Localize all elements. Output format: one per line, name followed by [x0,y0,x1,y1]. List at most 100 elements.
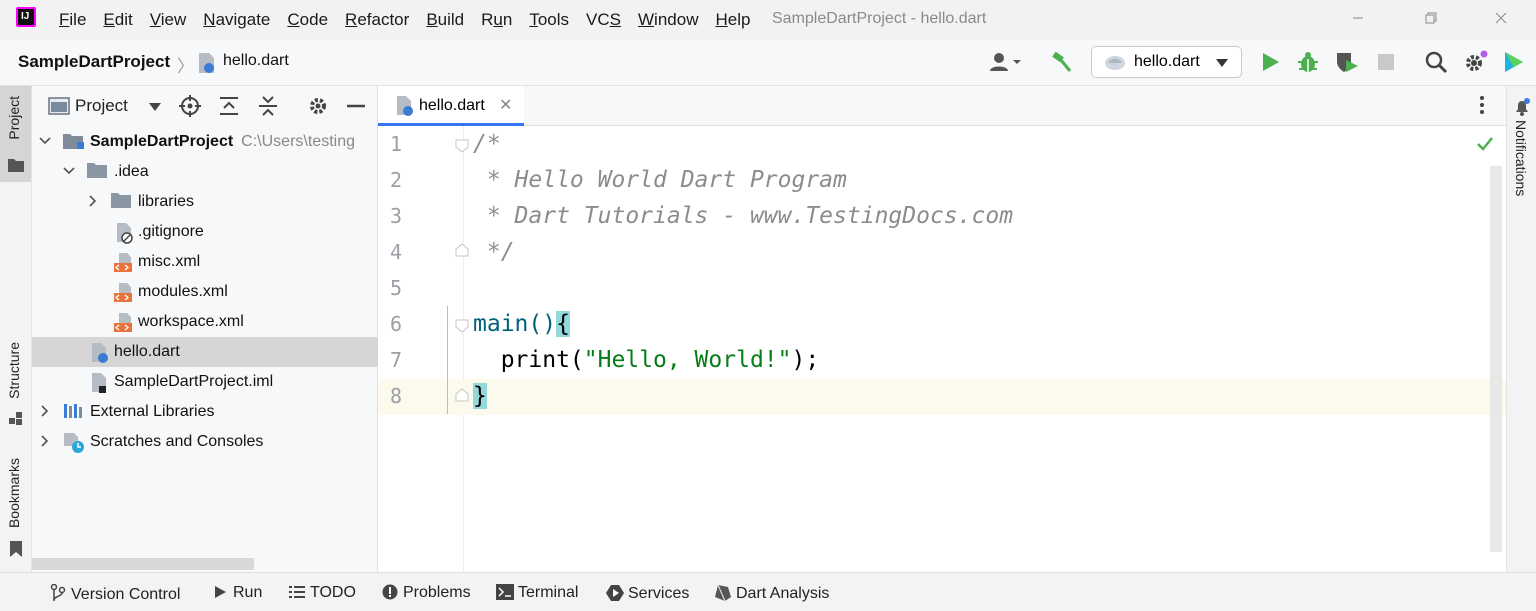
project-tool-window: Project SampleDartProject C:\Users\testin… [32,86,378,572]
fold-marker-icon[interactable] [455,319,469,333]
no-problems-check-icon[interactable] [1476,136,1494,152]
run-with-coverage-icon[interactable] [1334,50,1358,74]
tool-tab-structure-label[interactable]: Structure [6,342,22,399]
search-icon[interactable] [1424,50,1448,74]
tool-tab-dart-analysis[interactable]: Dart Analysis [714,584,829,603]
tree-item-workspace-xml[interactable]: workspace.xml [32,307,378,337]
line-number: 1 [389,132,403,156]
tree-item-scratches[interactable]: Scratches and Consoles [32,427,378,457]
breadcrumb-file[interactable]: hello.dart [223,52,289,70]
line-number: 7 [389,348,403,372]
xml-file-icon [113,252,133,272]
collapse-all-icon[interactable] [257,95,279,117]
tree-item-modules-xml[interactable]: modules.xml [32,277,378,307]
run-configuration-dropdown[interactable]: hello.dart [1091,46,1242,78]
menu-navigate[interactable]: Navigate [203,9,270,31]
project-view-icon [48,97,70,115]
tree-item-external-libraries[interactable]: External Libraries [32,397,378,427]
todo-icon [288,584,306,602]
menu-help[interactable]: Help [715,9,750,31]
locate-file-icon[interactable] [179,95,201,117]
vertical-scrollbar[interactable] [1490,166,1502,552]
breadcrumb-project[interactable]: SampleDartProject [18,52,170,72]
tree-item-label: SampleDartProject C:\Users\testing [90,133,355,150]
menu-build[interactable]: Build [426,9,464,31]
tool-tab-version-control[interactable]: Version Control [49,584,180,604]
menu-edit[interactable]: Edit [103,9,132,31]
debug-icon[interactable] [1296,50,1320,74]
project-panel-title[interactable]: Project [75,96,128,116]
build-hammer-icon[interactable] [1050,50,1074,74]
right-tool-stripe: Notifications [1506,86,1536,572]
chevron-down-icon[interactable] [38,134,52,148]
dart-file-icon [90,342,110,363]
tool-tab-services[interactable]: Services [606,584,689,603]
code-editor[interactable]: 1 2 3 4 5 6 7 8 /* * Hello World Dart Pr… [378,126,1506,572]
chevron-right-icon[interactable] [38,434,52,448]
tree-item-label: hello.dart [114,343,180,360]
line-number: 4 [389,240,403,264]
minimize-icon[interactable] [1346,8,1370,28]
tree-item-idea-folder[interactable]: .idea [32,157,378,187]
tool-tab-run[interactable]: Run [211,584,262,602]
chevron-right-icon[interactable] [86,194,100,208]
tool-tab-project-label[interactable]: Project [6,96,22,140]
code-line-8: } [473,383,487,409]
tool-tab-bookmarks-label[interactable]: Bookmarks [6,458,22,528]
tree-item-hello-dart[interactable]: hello.dart [32,337,378,367]
folder-icon [87,162,107,182]
code-line-2: * Hello World Dart Program [473,167,847,193]
line-number: 5 [389,276,403,300]
code-line-7: print("Hello, World!"); [473,347,820,373]
menu-window[interactable]: Window [638,9,698,31]
notifications-bell-icon[interactable] [1513,98,1531,116]
tree-item-libraries-folder[interactable]: libraries [32,187,378,217]
dart-file-icon [395,95,415,117]
tree-item-label: .gitignore [138,223,204,240]
tree-item-misc-xml[interactable]: misc.xml [32,247,378,277]
code-line-3: * Dart Tutorials - www.TestingDocs.com [473,203,1014,229]
tool-tab-todo[interactable]: TODO [288,584,356,602]
fold-marker-icon[interactable] [455,139,469,153]
tree-item-label: libraries [138,193,195,210]
tool-tab-problems[interactable]: Problems [381,584,471,602]
menu-run[interactable]: Run [481,9,512,31]
tree-item-iml-file[interactable]: SampleDartProject.iml [32,367,378,397]
panel-options-gear-icon[interactable] [307,95,329,117]
tool-tab-terminal[interactable]: Terminal [496,584,578,602]
xml-file-icon [113,282,133,302]
close-window-icon[interactable] [1489,8,1513,28]
menu-vcs[interactable]: VCS [586,9,621,31]
close-tab-icon[interactable]: ✕ [499,95,512,115]
menu-refactor[interactable]: Refactor [345,9,409,31]
chevron-down-icon[interactable] [62,164,76,178]
tree-item-gitignore[interactable]: .gitignore [32,217,378,247]
problems-icon [381,584,399,602]
tree-item-project-root[interactable]: SampleDartProject C:\Users\testing [32,127,378,157]
hide-panel-icon[interactable] [345,95,367,117]
more-options-icon[interactable] [1478,94,1486,116]
run-icon[interactable] [1258,50,1282,74]
stop-icon[interactable] [1374,50,1398,74]
horizontal-scrollbar[interactable] [32,558,254,570]
menu-code[interactable]: Code [287,9,328,31]
expand-all-icon[interactable] [218,95,240,117]
view-dropdown-icon[interactable] [148,102,162,112]
chevron-right-icon[interactable] [38,404,52,418]
line-number: 8 [389,384,403,408]
chevron-down-icon [1215,58,1229,68]
tool-tab-notifications-label[interactable]: Notifications [1513,120,1529,196]
tab-hello-dart[interactable]: hello.dart ✕ [378,86,524,126]
menu-file[interactable]: File [59,9,86,31]
account-icon[interactable] [988,50,1021,74]
menu-tools[interactable]: Tools [529,9,569,31]
code-line-1: /* [473,131,501,157]
run-icon [211,584,229,602]
fold-marker-icon[interactable] [455,388,469,402]
libraries-icon [63,402,83,422]
fold-marker-icon[interactable] [455,243,469,257]
settings-gear-icon[interactable] [1463,50,1488,74]
menu-view[interactable]: View [150,9,187,31]
code-with-me-icon[interactable] [1502,50,1526,74]
restore-icon[interactable] [1418,8,1442,28]
